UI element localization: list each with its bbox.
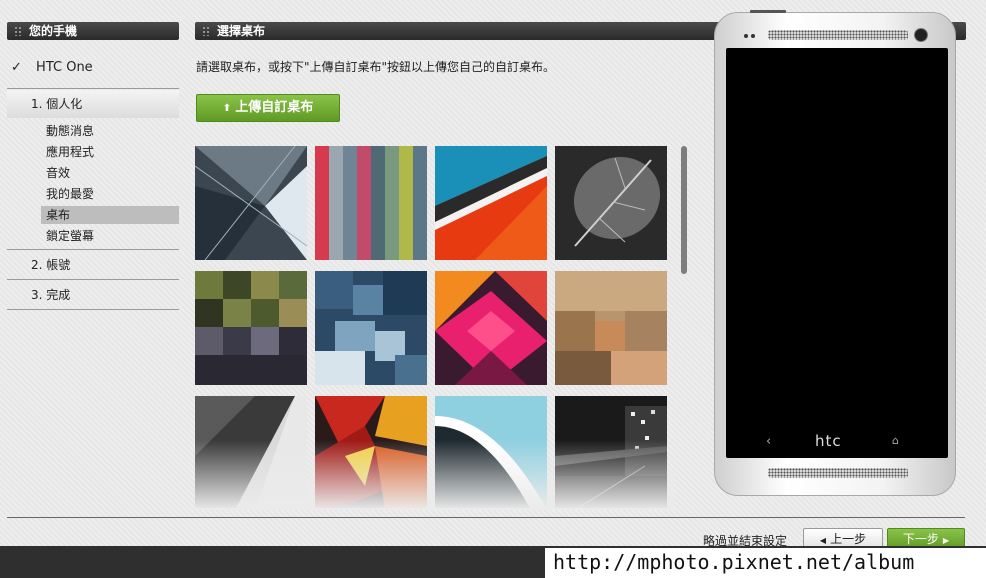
footer-divider — [7, 517, 965, 518]
phone-screen — [726, 48, 948, 458]
wallpaper-thumb[interactable] — [555, 271, 667, 385]
divider — [7, 88, 179, 89]
previous-button-label: 上一步 — [830, 532, 867, 546]
sub-item-label: 動態消息 — [46, 124, 95, 138]
divider — [7, 279, 179, 280]
sub-item-label: 鎖定螢幕 — [46, 229, 95, 243]
upload-button-label: 上傳自訂桌布 — [235, 100, 314, 115]
wallpaper-thumb[interactable] — [195, 146, 307, 260]
sub-item-sound[interactable]: 音效 — [41, 164, 179, 182]
next-button-label: 下一步 — [902, 532, 939, 546]
sub-item-label: 我的最愛 — [46, 187, 95, 201]
sub-item-news[interactable]: 動態消息 — [41, 122, 179, 140]
grip-icon — [14, 26, 22, 36]
watermark-url: http://mphoto.pixnet.net/album — [553, 550, 915, 574]
phone-name-label: HTC One — [36, 60, 93, 75]
step-label: 3. 完成 — [31, 288, 71, 302]
grip-icon — [202, 26, 210, 36]
phone-name: ✓ HTC One — [11, 60, 93, 75]
sub-item-label: 桌布 — [46, 208, 71, 222]
main-title: 選擇桌布 — [217, 24, 266, 38]
camera-icon — [914, 28, 928, 42]
upload-icon: ⬆ — [222, 103, 232, 114]
step-account[interactable]: 2. 帳號 — [7, 256, 179, 274]
bottom-speaker-grille — [768, 468, 908, 478]
wallpaper-thumb[interactable] — [195, 271, 307, 385]
step-personalize[interactable]: 1. 個人化 — [7, 90, 179, 118]
step-label: 1. 個人化 — [31, 97, 83, 111]
top-speaker-grille — [768, 30, 908, 40]
home-icon: ⌂ — [892, 434, 899, 447]
wallpaper-thumb[interactable] — [555, 146, 667, 260]
instruction-text: 請選取桌布，或按下"上傳自訂桌布"按鈕以上傳您自己的自訂桌布。 — [196, 60, 556, 74]
wallpaper-thumb[interactable] — [555, 396, 667, 508]
sub-item-apps[interactable]: 應用程式 — [41, 143, 179, 161]
sub-item-wallpaper[interactable]: 桌布 — [41, 206, 179, 224]
upload-wallpaper-button[interactable]: ⬆ 上傳自訂桌布 — [196, 94, 340, 122]
sensor-dots-icon — [744, 34, 758, 39]
sub-item-lockscreen[interactable]: 鎖定螢幕 — [41, 227, 179, 245]
back-icon: ‹ — [766, 434, 772, 449]
sidebar-title: 您的手機 — [29, 24, 78, 38]
wallpaper-thumb[interactable] — [435, 146, 547, 260]
wallpaper-thumb[interactable] — [315, 146, 427, 260]
divider — [7, 249, 179, 250]
wallpaper-thumb[interactable] — [315, 396, 427, 508]
htc-logo: htc — [815, 432, 842, 450]
wallpaper-thumb[interactable] — [435, 271, 547, 385]
sub-item-label: 音效 — [46, 166, 71, 180]
sub-item-favorites[interactable]: 我的最愛 — [41, 185, 179, 203]
phone-power-button — [750, 10, 786, 13]
sub-item-label: 應用程式 — [46, 145, 95, 159]
triangle-right-icon: ▶ — [942, 536, 950, 545]
wallpaper-thumb[interactable] — [435, 396, 547, 508]
step-label: 2. 帳號 — [31, 258, 71, 272]
grid-scrollbar[interactable] — [681, 146, 687, 274]
wallpaper-thumb[interactable] — [315, 271, 427, 385]
step-finish[interactable]: 3. 完成 — [7, 286, 179, 304]
divider — [7, 309, 179, 310]
wallpaper-grid — [195, 146, 675, 508]
sidebar-header: 您的手機 — [7, 22, 179, 40]
wallpaper-thumb[interactable] — [195, 396, 307, 508]
triangle-left-icon: ◀ — [819, 536, 827, 545]
check-icon: ✓ — [11, 60, 22, 75]
